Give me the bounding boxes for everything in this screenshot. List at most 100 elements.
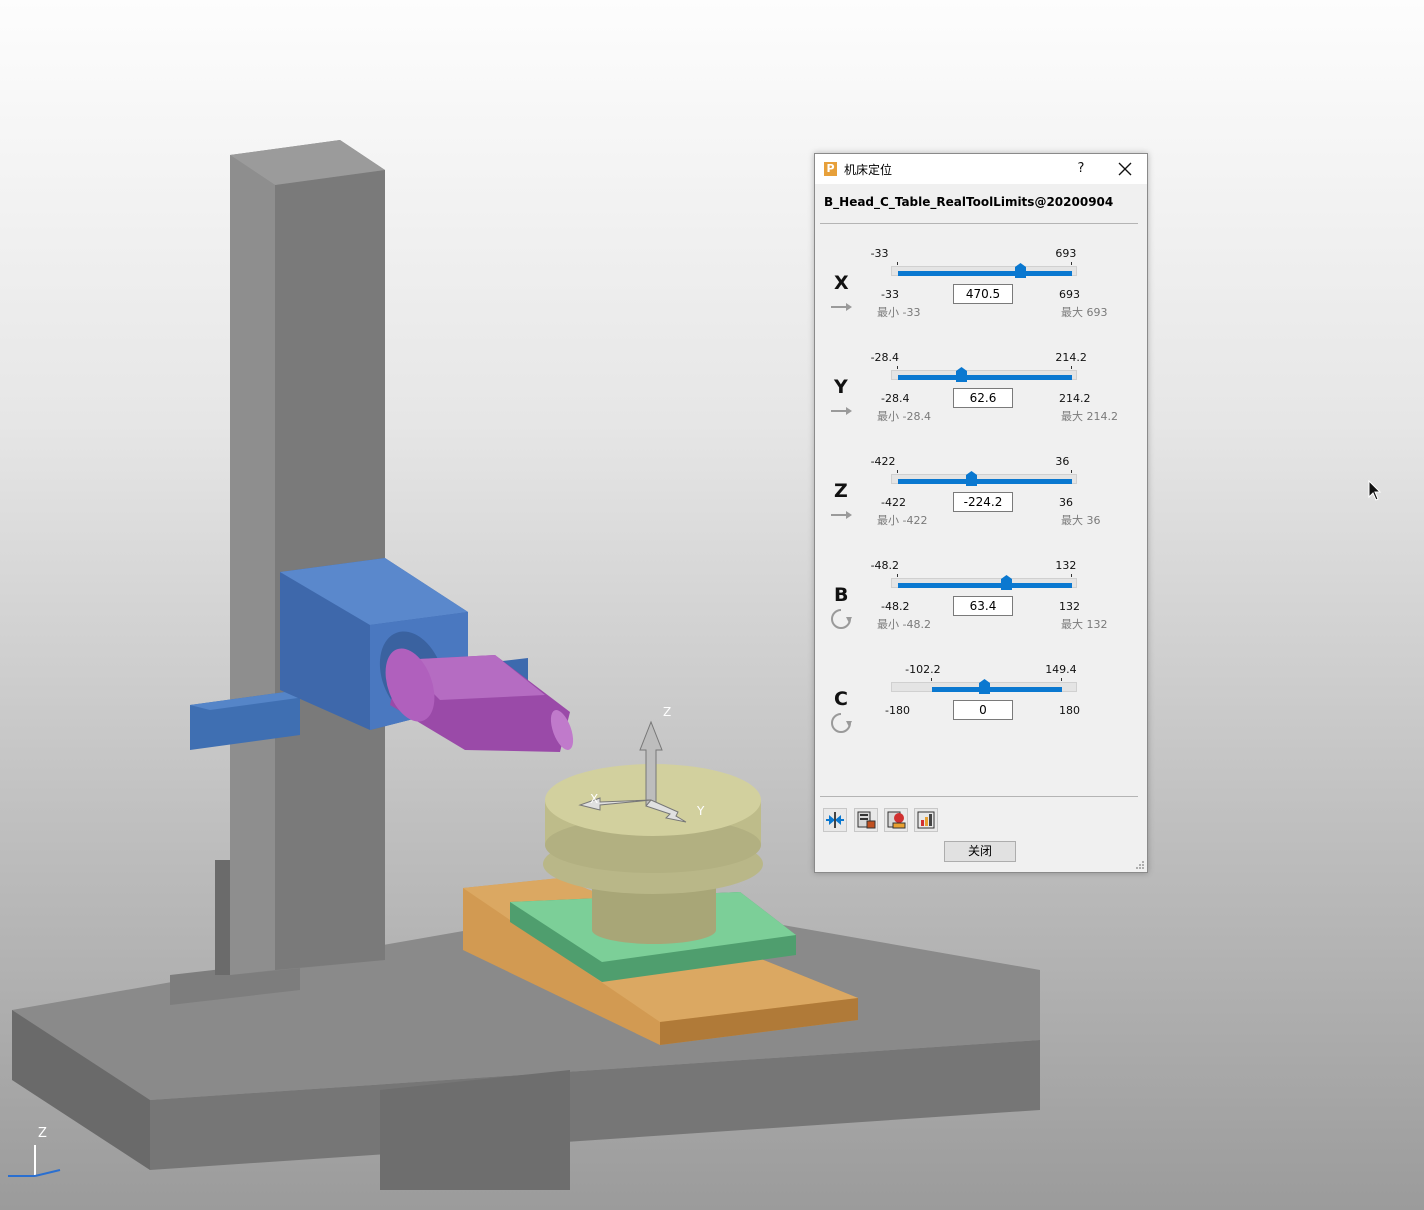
axis-slider[interactable] [891, 575, 1077, 590]
close-icon[interactable] [1113, 157, 1137, 181]
limit-max-label: 693 [1055, 247, 1077, 260]
axis-y-row: Y -28.4 214.2 -28.4 214.2 62.6 最小 -28.4 最大 214.… [815, 351, 1147, 451]
slider-fill [932, 687, 1063, 692]
max-note: 最大 132 [1061, 618, 1108, 631]
axis-letter: Z [834, 480, 848, 502]
axis-letter: B [834, 584, 849, 606]
slider-thumb[interactable] [1014, 263, 1026, 278]
separator [820, 223, 1138, 224]
resize-grip-icon[interactable] [1135, 860, 1145, 870]
3d-viewport[interactable]: Z X Y Z [0, 0, 1424, 1210]
limit-max-tick [1071, 262, 1073, 265]
axis-slider[interactable] [891, 367, 1077, 382]
range-max-label: 214.2 [1059, 392, 1091, 405]
machine-position-dialog: P 机床定位 ? B_Head_C_Table_RealToolLimits@2… [814, 153, 1148, 873]
limit-min-label: -48.2 [870, 559, 900, 572]
slider-fill [897, 271, 1073, 276]
linear-axis-icon [829, 503, 853, 527]
axis-x-row: X -33 693 -33 693 470.5 最小 -33 最大 693 [815, 247, 1147, 347]
limit-min-label: -422 [870, 455, 896, 468]
max-note: 最大 36 [1061, 514, 1101, 527]
min-note: 最小 -422 [877, 514, 928, 527]
axis-value-input[interactable]: 63.4 [953, 596, 1013, 616]
limit-min-tick [896, 574, 898, 577]
limit-min-tick [931, 678, 933, 681]
axis-b-row: B -48.2 132 -48.2 132 63.4 最小 -48.2 最大 132 [815, 559, 1147, 659]
range-max-label: 132 [1059, 600, 1080, 613]
axis-value-input[interactable]: 0 [953, 700, 1013, 720]
align-to-tool-icon [826, 812, 844, 828]
separator [820, 796, 1138, 797]
report-button[interactable] [914, 808, 938, 832]
slider-fill [897, 583, 1073, 588]
axis-letter: X [834, 272, 849, 294]
machine-name: B_Head_C_Table_RealToolLimits@20200904 [824, 195, 1114, 209]
triad-z-label: Z [663, 705, 671, 719]
mouse-cursor-icon [1368, 480, 1382, 501]
dialog-titlebar[interactable]: P 机床定位 ? [815, 154, 1147, 184]
app-logo-icon: P [824, 162, 837, 176]
triad-y-label: Y [696, 804, 705, 818]
triad-x-label: X [590, 792, 598, 806]
limit-min-tick [896, 366, 898, 369]
rotary-axis-icon [829, 711, 853, 735]
collision-check-icon [887, 811, 906, 829]
range-max-label: 693 [1059, 288, 1080, 301]
axis-slider[interactable] [891, 263, 1077, 278]
min-note: 最小 -28.4 [877, 410, 931, 423]
limit-max-label: 214.2 [1055, 351, 1087, 364]
range-min-label: -422 [881, 496, 906, 509]
dialog-title: 机床定位 [844, 163, 893, 177]
machine-settings-icon [857, 811, 876, 829]
rotary-axis-icon [829, 607, 853, 631]
min-note: 最小 -33 [877, 306, 921, 319]
limit-min-label: -33 [870, 247, 889, 260]
range-min-label: -180 [885, 704, 910, 717]
axis-value-input[interactable]: 62.6 [953, 388, 1013, 408]
limit-max-label: 149.4 [1045, 663, 1077, 676]
min-note: 最小 -48.2 [877, 618, 931, 631]
limit-min-tick [896, 470, 898, 473]
machine-scene[interactable]: Z X Y Z [0, 0, 1424, 1210]
limit-min-tick [896, 262, 898, 265]
slider-fill [897, 479, 1073, 484]
limit-min-label: -28.4 [870, 351, 900, 364]
linear-axis-icon [829, 295, 853, 319]
axis-slider[interactable] [891, 679, 1077, 694]
collision-check-button[interactable] [884, 808, 908, 832]
slider-thumb[interactable] [1001, 575, 1013, 590]
max-note: 最大 693 [1061, 306, 1108, 319]
corner-triad: Z [8, 1126, 61, 1177]
corner-triad-z-label: Z [38, 1126, 47, 1141]
help-button[interactable]: ? [1071, 158, 1091, 180]
axis-value-input[interactable]: 470.5 [953, 284, 1013, 304]
slider-thumb[interactable] [955, 367, 967, 382]
axis-slider[interactable] [891, 471, 1077, 486]
slider-fill [897, 375, 1073, 380]
limit-max-tick [1061, 678, 1063, 681]
max-note: 最大 214.2 [1061, 410, 1118, 423]
axis-value-input[interactable]: -224.2 [953, 492, 1013, 512]
range-min-label: -33 [881, 288, 899, 301]
limit-max-label: 132 [1055, 559, 1077, 572]
linear-axis-icon [829, 399, 853, 423]
range-min-label: -28.4 [881, 392, 910, 405]
range-max-label: 180 [1059, 704, 1080, 717]
slider-thumb[interactable] [966, 471, 978, 486]
axis-letter: C [834, 688, 848, 710]
axis-c-row: C -102.2 149.4 -180 180 0 [815, 663, 1147, 763]
report-icon [917, 811, 935, 829]
limit-max-label: 36 [1055, 455, 1070, 468]
align-to-tool-button[interactable] [823, 808, 847, 832]
limit-max-tick [1071, 470, 1073, 473]
axis-z-row: Z -422 36 -422 36 -224.2 最小 -422 最大 36 [815, 455, 1147, 555]
range-max-label: 36 [1059, 496, 1073, 509]
slider-thumb[interactable] [979, 679, 990, 694]
limit-min-label: -102.2 [905, 663, 941, 676]
range-min-label: -48.2 [881, 600, 910, 613]
axis-letter: Y [834, 376, 848, 398]
limit-max-tick [1071, 574, 1073, 577]
limit-max-tick [1071, 366, 1073, 369]
machine-settings-button[interactable] [854, 808, 878, 832]
close-button[interactable]: 关闭 [944, 841, 1016, 862]
